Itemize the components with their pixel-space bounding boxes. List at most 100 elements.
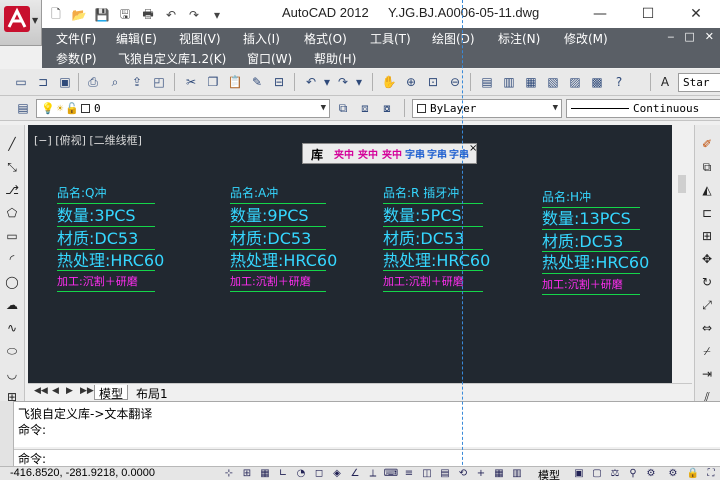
part-qty[interactable]: 数量:9PCS [230,208,309,224]
offset-icon[interactable]: ⊏ [698,204,716,222]
tab-prev-icon[interactable]: ◀ [52,386,59,396]
part-heat-treatment[interactable]: 热处理:HRC60 [57,253,164,269]
dynamic-ucs-icon[interactable]: ⟂ [366,467,380,480]
command-input[interactable]: 命令: [14,449,720,466]
part-process[interactable]: 加工:沉割＋研磨 [542,279,623,290]
maximize-button[interactable]: ☐ [624,0,672,28]
menu-insert[interactable]: 插入(I) [243,30,280,47]
library-tool-button[interactable]: 夹中 [334,146,354,161]
linetype-combo[interactable]: Continuous [566,99,720,118]
ellipse-icon[interactable]: ⬭ [3,342,21,360]
part-heat-treatment[interactable]: 热处理:HRC60 [542,255,649,271]
design-center-icon[interactable]: ▥ [500,73,518,91]
layer-previous-icon[interactable]: ⧈ [356,99,374,117]
doc-minimize-button[interactable]: ‒ [667,30,674,43]
construction-line-icon[interactable]: ⤡ [3,158,21,176]
extend-icon[interactable]: ⇥ [698,365,716,383]
scrollbar-thumb[interactable] [678,175,686,193]
polygon-icon[interactable]: ⬠ [3,204,21,222]
layer-states-icon[interactable]: ⧇ [378,99,396,117]
selection-cycling-icon[interactable]: ⟲ [456,467,470,480]
zoom-realtime-icon[interactable]: ⊕ [402,73,420,91]
dynamic-input-icon[interactable]: ⌨ [384,467,398,480]
vertical-scrollbar[interactable] [672,125,692,383]
revision-cloud-icon[interactable]: ☁ [3,296,21,314]
polyline-icon[interactable]: ⎇ [3,181,21,199]
arc-icon[interactable]: ◜ [3,250,21,268]
undo-icon[interactable]: ↶ [161,6,181,24]
text-style-icon[interactable]: A [656,73,674,91]
save-icon[interactable]: ▣ [56,73,74,91]
ellipse-arc-icon[interactable]: ◡ [3,365,21,383]
layer-combo[interactable]: 💡 ☀ 🔓 0 ▼ [36,99,330,118]
match-properties-icon[interactable]: ✎ [248,73,266,91]
model-space-button[interactable]: 模型 [538,467,560,480]
annotation-visibility-icon[interactable]: ⚲ [626,467,640,480]
annotation-scale-icon[interactable]: ⚖ [608,467,622,480]
pan-icon[interactable]: ✋ [380,73,398,91]
application-menu-button[interactable]: ▼ [0,0,42,46]
part-material[interactable]: 材质:DC53 [542,234,623,250]
quick-view-layouts-icon[interactable]: ▣ [572,467,586,480]
part-process[interactable]: 加工:沉割＋研磨 [383,276,464,287]
grid-display-icon[interactable]: ▦ [258,467,272,480]
text-style-combo[interactable]: Star [678,73,720,92]
3d-print-icon[interactable]: ◰ [150,73,168,91]
tab-first-icon[interactable]: ◀◀ [34,386,48,396]
command-window-handle[interactable] [0,401,14,466]
library-tool-button[interactable]: 夹中 [358,146,378,161]
stretch-icon[interactable]: ⇔ [698,319,716,337]
help-icon[interactable]: ? [610,73,628,91]
markup-icon[interactable]: ▨ [566,73,584,91]
tool-palettes-icon[interactable]: ▦ [522,73,540,91]
scale-icon[interactable]: ⤢ [698,296,716,314]
tab-model[interactable]: 模型 [94,385,129,401]
menu-dimension[interactable]: 标注(N) [498,30,540,47]
object-snap-icon[interactable]: ◻ [312,467,326,480]
library-tool-button[interactable]: 字串 [449,146,469,161]
quickcalc-icon[interactable]: ▩ [588,73,606,91]
plot-preview-icon[interactable]: ⌕ [106,73,124,91]
tab-next-icon[interactable]: ▶ [66,386,73,396]
new-icon[interactable]: ▭ [12,73,30,91]
workspace-switching-icon[interactable]: ⚙ [666,467,680,480]
menu-view[interactable]: 视图(V) [179,30,221,47]
3d-object-snap-icon[interactable]: ◈ [330,467,344,480]
print-icon[interactable]: 🖶 [138,6,158,24]
menu-feilang-library[interactable]: 飞狼自定义库1.2(K) [118,50,226,67]
part-name[interactable]: 品名:H冲 [542,191,591,203]
coordinates-display[interactable]: -416.8520, -281.9218, 0.0000 [10,467,155,479]
qat-dropdown-icon[interactable]: ▾ [207,6,227,24]
part-name[interactable]: 品名:R 插牙冲 [383,187,459,199]
menu-draw[interactable]: 绘图(D) [432,30,475,47]
part-heat-treatment[interactable]: 热处理:HRC60 [383,253,490,269]
mirror-icon[interactable]: ◭ [698,181,716,199]
menu-file[interactable]: 文件(F) [56,30,96,47]
plot-icon[interactable]: ⎙ [84,73,102,91]
grid-icon[interactable]: ▥ [510,467,524,480]
menu-parametric[interactable]: 参数(P) [56,50,97,67]
menu-window[interactable]: 窗口(W) [247,50,292,67]
properties-icon[interactable]: ▤ [478,73,496,91]
menu-tools[interactable]: 工具(T) [370,30,411,47]
lock-icon[interactable]: 🔒 [686,467,700,480]
quick-properties-icon[interactable]: ▤ [438,467,452,480]
move-icon[interactable]: ✥ [698,250,716,268]
quick-view-drawings-icon[interactable]: ▢ [590,467,604,480]
menu-modify[interactable]: 修改(M) [564,30,608,47]
library-tool-button[interactable]: 字串 [405,146,425,161]
workspace-icon[interactable]: ▦ [492,467,506,480]
save-icon[interactable]: 💾 [92,6,112,24]
line-icon[interactable]: ╱ [3,135,21,153]
copy-icon[interactable]: ❐ [204,73,222,91]
infer-constraints-icon[interactable]: ⊹ [222,467,236,480]
menu-edit[interactable]: 编辑(E) [116,30,157,47]
open-icon[interactable]: ⊐ [34,73,52,91]
array-icon[interactable]: ⊞ [698,227,716,245]
circle-icon[interactable]: ◯ [3,273,21,291]
minimize-button[interactable]: — [576,0,624,28]
polar-tracking-icon[interactable]: ◔ [294,467,308,480]
redo-dropdown-icon[interactable]: ▾ [350,73,368,91]
open-icon[interactable]: 📂 [69,6,89,24]
part-qty[interactable]: 数量:5PCS [383,208,462,224]
